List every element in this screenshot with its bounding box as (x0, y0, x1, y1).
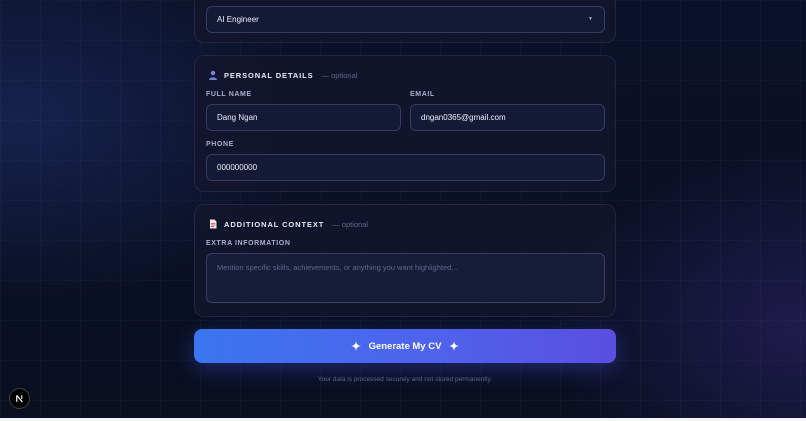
personal-details-card: PERSONAL DETAILS — optional FULL NAME Da… (194, 55, 616, 192)
generate-label: Generate My CV (368, 340, 442, 352)
phone-label: PHONE (206, 141, 234, 148)
personal-details-header: PERSONAL DETAILS — optional (208, 70, 357, 80)
role-card: AI Engineer ▼ (194, 0, 616, 43)
section-title: PERSONAL DETAILS (224, 70, 314, 80)
privacy-note: Your data is processed securely and not … (317, 376, 493, 383)
extra-info-label: EXTRA INFORMATION (206, 240, 291, 247)
full-name-value: Dang Ngan (217, 113, 258, 122)
email-value: dngan0365@gmail.com (421, 113, 506, 122)
document-icon (208, 219, 218, 229)
person-icon (208, 70, 218, 80)
sparkle-icon (350, 341, 361, 351)
role-select-value: AI Engineer (217, 15, 259, 24)
phone-field[interactable]: 000000000 (206, 154, 605, 181)
full-name-label: FULL NAME (206, 91, 252, 98)
nextjs-badge[interactable] (9, 388, 30, 409)
optional-hint: — optional (332, 219, 369, 229)
full-name-field[interactable]: Dang Ngan (206, 104, 401, 131)
extra-info-textarea[interactable]: Mention specific skills, achievements, o… (206, 253, 605, 303)
email-label: EMAIL (410, 91, 435, 98)
section-title: ADDITIONAL CONTEXT (224, 219, 325, 229)
optional-hint: — optional (321, 70, 358, 80)
generate-cv-button[interactable]: Generate My CV (194, 329, 616, 363)
sparkle-icon (449, 341, 460, 351)
role-select[interactable]: AI Engineer ▼ (206, 6, 605, 33)
email-field[interactable]: dngan0365@gmail.com (410, 104, 605, 131)
additional-context-header: ADDITIONAL CONTEXT — optional (208, 219, 368, 229)
additional-context-card: ADDITIONAL CONTEXT — optional EXTRA INFO… (194, 204, 616, 317)
nextjs-logo-icon (16, 395, 23, 403)
chevron-down-icon: ▼ (588, 16, 593, 22)
phone-value: 000000000 (217, 163, 258, 172)
